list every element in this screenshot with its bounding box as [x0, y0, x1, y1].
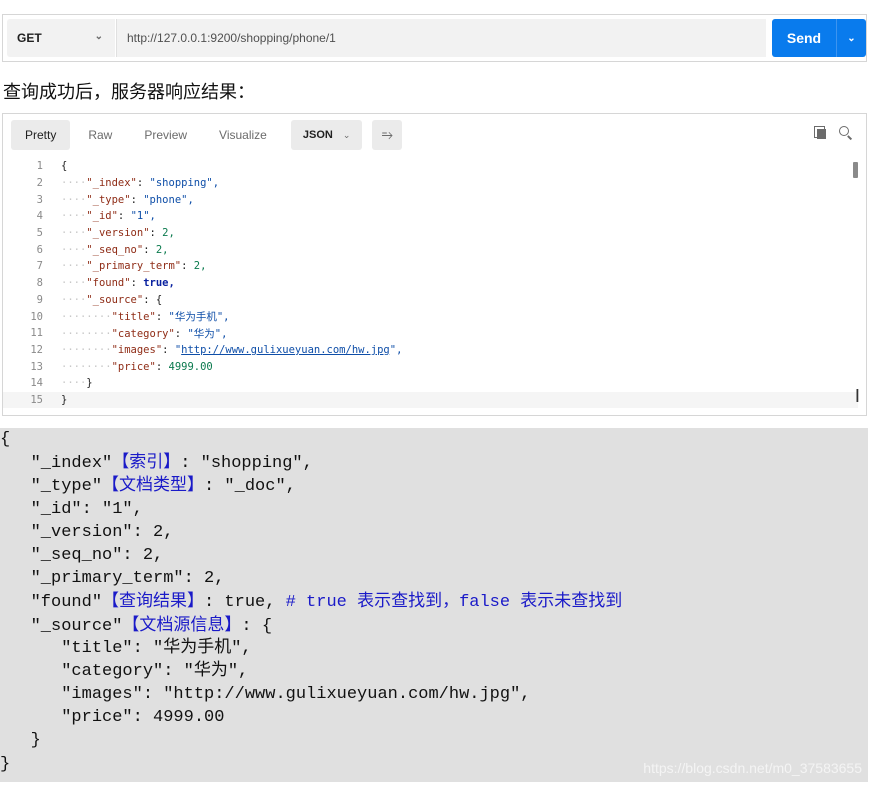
code-line: 4 ····"_id": "1",	[3, 208, 858, 225]
format-label: JSON	[302, 129, 333, 141]
watermark: https://blog.csdn.net/m0_37583655	[643, 760, 862, 776]
url-input[interactable]: http://127.0.0.1:9200/shopping/phone/1	[116, 19, 766, 57]
field-annotation: 【文档源信息】	[122, 614, 242, 635]
line-code: ····"_version": 2,	[61, 227, 175, 240]
line-code: }	[61, 393, 68, 406]
code-line: 3 ····"_type": "phone",	[3, 191, 858, 208]
annotated-line: "_primary_term": 2,	[0, 569, 225, 589]
line-number: 12	[30, 343, 43, 356]
line-number: 13	[30, 360, 43, 373]
field-annotation: 【索引】	[112, 452, 181, 473]
code-line: 7 ····"_primary_term": 2,	[3, 258, 858, 275]
line-number: 6	[36, 243, 43, 256]
code-line: 12 ········"images": "http://www.gulixuey…	[3, 342, 858, 359]
code-comment: # true 表示查找到，false 表示未查找到	[285, 593, 623, 613]
chevron-down-icon: ⌄	[342, 129, 351, 140]
send-options-chevron-icon[interactable]: ⌄	[837, 33, 866, 44]
method-label: GET	[17, 31, 42, 45]
line-number: 8	[36, 277, 43, 290]
annotated-line: "category": "华为",	[0, 661, 249, 681]
line-number: 2	[36, 177, 43, 190]
url-text: http://127.0.0.1:9200/shopping/phone/1	[127, 31, 336, 45]
code-line: 2 ····"_index": "shopping",	[3, 175, 858, 192]
search-icon[interactable]	[839, 126, 852, 139]
format-select[interactable]: JSON ⌄	[290, 120, 363, 150]
code-line: 14 ····}	[3, 375, 858, 392]
line-number: 14	[30, 377, 43, 390]
copy-icon[interactable]	[814, 126, 827, 139]
annotated-line: "images": "http://www.gulixueyuan.com/hw…	[0, 685, 531, 705]
line-code: ····"_source": {	[61, 293, 163, 306]
line-number: 4	[36, 210, 43, 223]
annotated-line: "_index"【索引】: "shopping",	[0, 452, 313, 474]
line-code: ····}	[61, 377, 93, 390]
code-line: 6 ····"_seq_no": 2,	[3, 241, 858, 258]
code-line: 9 ····"_source": {	[3, 292, 858, 309]
line-number: 15	[30, 393, 43, 406]
tab-preview[interactable]: Preview	[130, 120, 201, 150]
annotated-code-block: { "_index"【索引】: "shopping", "_type"【文档类型…	[0, 428, 868, 782]
send-label: Send	[786, 30, 822, 46]
code-line: 15}	[3, 391, 858, 409]
image-link[interactable]: http://www.gulixueyuan.com/hw.jpg	[181, 344, 390, 356]
line-number: 5	[36, 227, 43, 240]
response-tools	[814, 126, 852, 139]
line-code: ········"images": "http://www.gulixueyua…	[61, 343, 403, 356]
line-code: ····"found": true,	[61, 277, 175, 290]
line-number: 7	[36, 260, 43, 273]
annotated-line: "_version": 2,	[0, 522, 174, 542]
line-number: 3	[36, 193, 43, 206]
text-cursor-icon: Ⅰ	[854, 386, 860, 407]
line-code: ········"category": "华为",	[61, 327, 228, 340]
line-code: ········"title": "华为手机",	[61, 311, 230, 324]
request-bar: GET ⌄ http://127.0.0.1:9200/shopping/pho…	[2, 14, 867, 62]
line-code: {	[61, 160, 68, 173]
field-annotation: 【查询结果】	[102, 591, 205, 612]
annotated-line: {	[0, 430, 11, 449]
line-code: ····"_seq_no": 2,	[61, 243, 169, 256]
annotated-line: "_source"【文档源信息】: {	[0, 614, 273, 636]
line-code: ····"_id": "1",	[61, 210, 156, 223]
caption-text: 查询成功后，服务器响应结果：	[3, 82, 255, 103]
response-toolbar: Pretty Raw Preview Visualize JSON ⌄ ⥱	[11, 120, 403, 150]
annotated-line: "_seq_no": 2,	[0, 545, 164, 565]
response-panel: Pretty Raw Preview Visualize JSON ⌄ ⥱ 1{…	[2, 113, 867, 416]
line-number: 10	[30, 310, 43, 323]
code-line: 5 ····"_version": 2,	[3, 225, 858, 242]
line-number: 11	[30, 327, 43, 340]
line-code: ····"_type": "phone",	[61, 193, 194, 206]
annotated-line: "price": 4999.00	[0, 708, 225, 728]
code-line: 10 ········"title": "华为手机",	[3, 308, 858, 325]
field-annotation: 【文档类型】	[102, 475, 205, 496]
annotated-line: "title": "华为手机",	[0, 638, 252, 658]
chevron-down-icon: ⌄	[94, 31, 103, 42]
line-code: ····"_index": "shopping",	[61, 177, 220, 190]
annotated-line: "found"【查询结果】: true, # true 表示查找到，false …	[0, 591, 623, 613]
code-line: 1{	[3, 158, 858, 175]
annotated-line: }	[0, 731, 41, 751]
method-select[interactable]: GET ⌄	[7, 19, 115, 57]
tab-raw[interactable]: Raw	[74, 120, 126, 150]
send-button[interactable]: Send ⌄	[772, 19, 866, 57]
code-line: 13 ········"price": 4999.00	[3, 358, 858, 375]
tab-pretty[interactable]: Pretty	[11, 120, 71, 150]
scrollbar-thumb[interactable]	[853, 162, 858, 178]
annotated-line: "_id": "1",	[0, 499, 143, 519]
line-code: ····"_primary_term": 2,	[61, 260, 207, 273]
annotated-line: "_type"【文档类型】: "_doc",	[0, 475, 296, 497]
line-number: 1	[36, 160, 43, 173]
line-number: 9	[36, 293, 43, 306]
code-line: 11 ········"category": "华为",	[3, 325, 858, 342]
wrap-lines-icon[interactable]: ⥱	[372, 120, 403, 150]
line-code: ········"price": 4999.00	[61, 360, 213, 373]
code-line: 8 ····"found": true,	[3, 275, 858, 292]
tab-visualize[interactable]: Visualize	[205, 120, 281, 150]
response-body-editor[interactable]: 1{2 ····"_index": "shopping", 3 ····"_type"…	[3, 158, 858, 413]
